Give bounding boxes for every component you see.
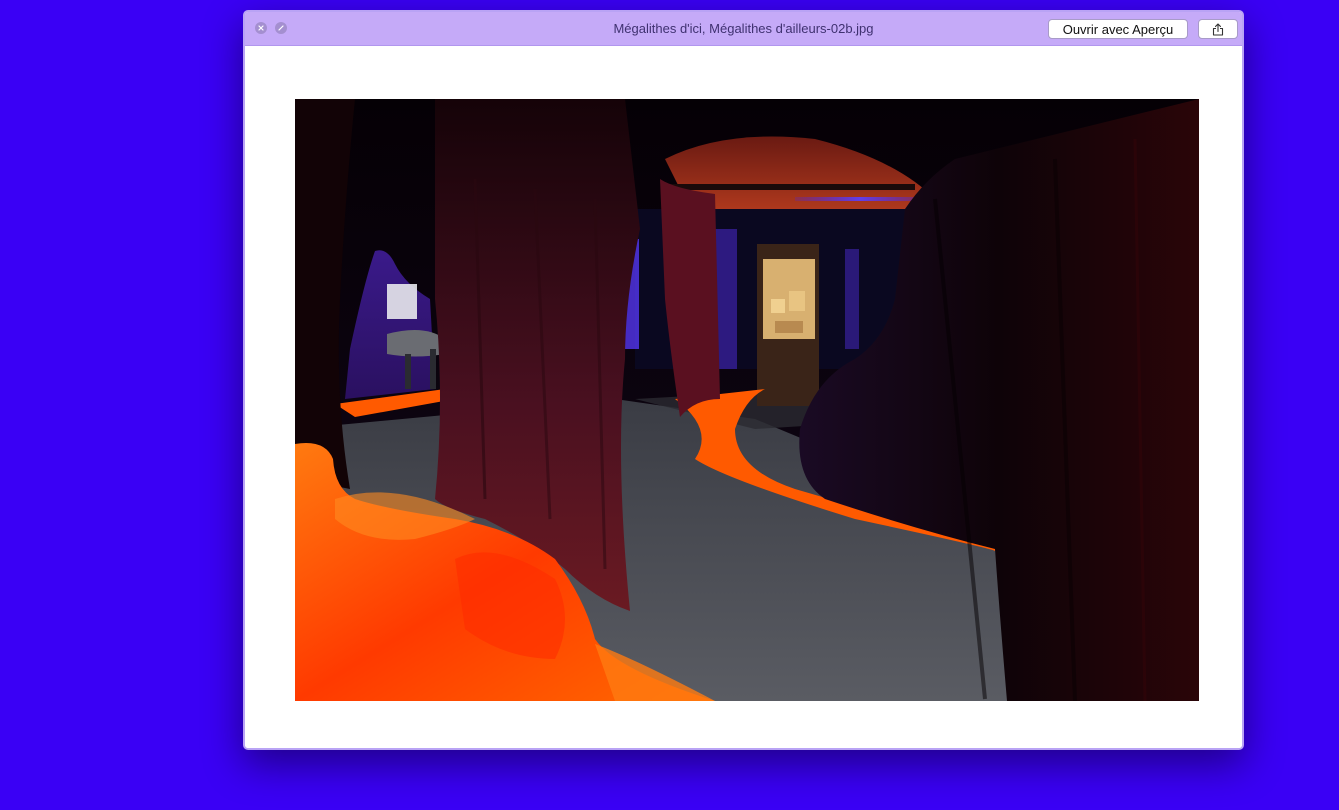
- preview-content: [245, 46, 1242, 748]
- fullscreen-icon: [278, 25, 284, 31]
- desktop-background: Mégalithes d'ici, Mégalithes d'ailleurs-…: [0, 0, 1339, 810]
- fullscreen-button[interactable]: [275, 22, 287, 34]
- exhibition-photo: [295, 99, 1199, 701]
- share-icon: [1212, 22, 1224, 36]
- open-with-preview-button[interactable]: Ouvrir avec Aperçu: [1048, 19, 1188, 39]
- close-button[interactable]: [255, 22, 267, 34]
- quicklook-window: Mégalithes d'ici, Mégalithes d'ailleurs-…: [243, 10, 1244, 750]
- close-icon: [258, 25, 264, 31]
- window-titlebar[interactable]: Mégalithes d'ici, Mégalithes d'ailleurs-…: [245, 12, 1242, 46]
- share-button[interactable]: [1198, 19, 1238, 39]
